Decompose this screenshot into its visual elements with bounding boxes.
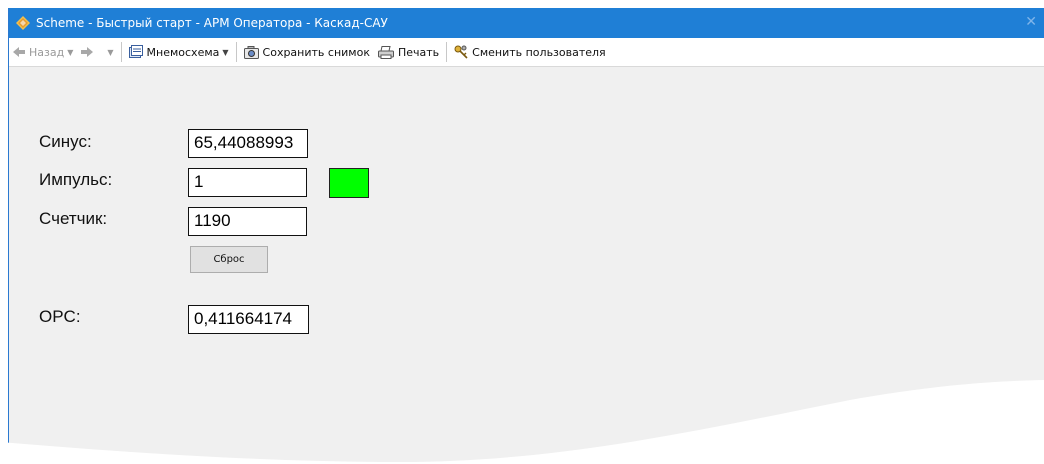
pulse-value-field: 1 [188,168,307,197]
opc-value-field: 0,411664174 [188,305,309,334]
chevron-down-icon[interactable]: ▼ [222,48,228,57]
chevron-down-icon[interactable]: ▼ [107,48,113,57]
counter-value-field: 1190 [188,207,307,236]
back-button[interactable]: Назад ▼ [9,41,77,63]
pulse-indicator-lamp [329,168,369,198]
pulse-label: Импульс: [39,170,113,189]
keys-icon [454,45,468,59]
printer-icon [377,45,394,59]
save-snapshot-label: Сохранить снимок [262,45,370,59]
mnemo-button[interactable]: Мнемосхема ▼ [125,41,233,63]
toolbar: Назад ▼ ▼ Мнемосхема ▼ Сохранить снимок … [9,38,1044,67]
toolbar-divider [120,42,122,62]
mnemo-scheme-canvas: Синус: 65,44088993 Импульс: 1 Счетчик: 1… [9,67,1044,464]
toolbar-divider [235,42,237,62]
app-window: Scheme - Быстрый старт - АРМ Оператора -… [8,8,1044,464]
print-button[interactable]: Печать [374,41,443,63]
arrow-left-icon [13,47,25,57]
print-label: Печать [397,45,440,59]
sine-value-field: 65,44088993 [188,129,308,158]
title-bar: Scheme - Быстрый старт - АРМ Оператора -… [9,8,1044,38]
mnemo-label: Мнемосхема [146,45,220,59]
forward-button[interactable]: ▼ [77,41,117,63]
counter-label: Счетчик: [39,209,108,228]
opc-label: OPC: [39,307,81,326]
save-snapshot-button[interactable]: Сохранить снимок [240,41,374,63]
switch-user-button[interactable]: Сменить пользователя [450,41,610,63]
close-icon[interactable]: ✕ [1025,14,1037,30]
arrow-right-icon [81,47,94,57]
camera-icon [243,45,259,59]
app-diamond-icon [16,16,30,30]
window-title: Scheme - Быстрый старт - АРМ Оператора -… [36,16,388,30]
back-label: Назад [29,45,65,59]
chevron-down-icon[interactable]: ▼ [67,48,73,57]
toolbar-divider [446,42,448,62]
switch-user-label: Сменить пользователя [472,45,606,59]
mnemo-scheme-icon [128,45,143,59]
sine-label: Синус: [39,132,92,151]
reset-button[interactable]: Сброс [190,246,268,273]
